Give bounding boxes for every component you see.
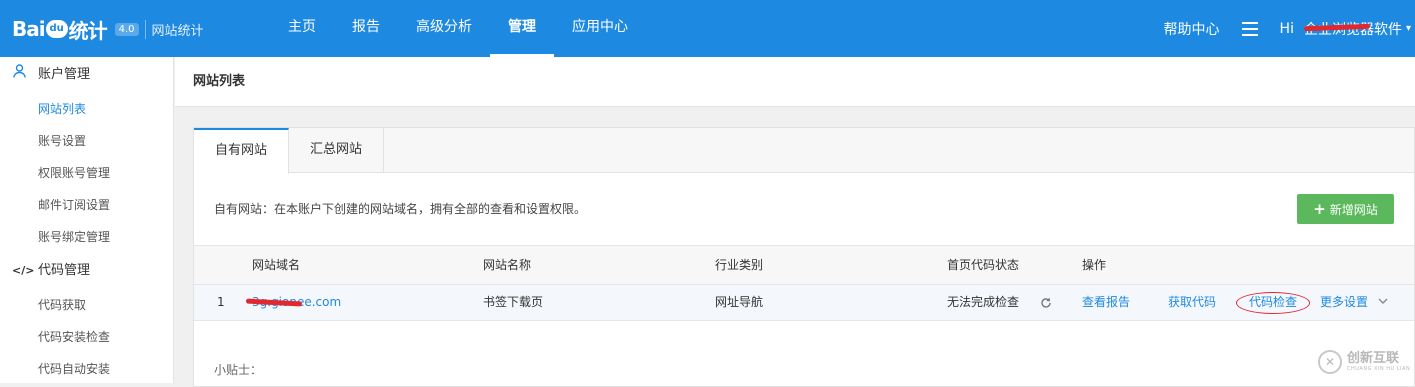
logo-x-icon: ✕	[1318, 349, 1342, 374]
logo-text-left: Bai	[12, 17, 46, 41]
top-right-bar: 帮助中心 Hi 企业浏览器软件 ▾	[1164, 0, 1415, 57]
col-domain: 网站域名	[252, 258, 301, 272]
user-icon	[12, 57, 26, 93]
site-name: 书签下载页	[483, 295, 544, 309]
table-row: 1 3g.gionee.com 书签下载页 网址导航 无法完成检查 查看报告 获…	[194, 285, 1414, 321]
watermark-subtext: CHUANG XIN HU LIAN	[1347, 365, 1411, 372]
sidebar-item-account-settings[interactable]: 账号设置	[0, 125, 173, 157]
help-center-link[interactable]: 帮助中心	[1164, 19, 1220, 39]
sidebar-item-email-subscription[interactable]: 邮件订阅设置	[0, 189, 173, 221]
sidebar-item-permission-accounts[interactable]: 权限账号管理	[0, 157, 173, 189]
logo-paw-icon: du	[45, 20, 68, 38]
product-subtitle: 网站统计	[144, 19, 204, 39]
site-industry: 网址导航	[715, 295, 764, 309]
main-content: 网站列表 自有网站 汇总网站 自有网站：在本账户下创建的网站域名，拥有全部的查看…	[175, 57, 1415, 387]
sidebar-group-code[interactable]: </> 代码管理	[0, 253, 173, 289]
sidebar-group-label: 代码管理	[38, 263, 91, 278]
code-status: 无法完成检查	[947, 295, 1020, 309]
more-settings-link[interactable]: 更多设置	[1320, 285, 1368, 319]
refresh-icon[interactable]	[1040, 285, 1052, 319]
version-badge: 4.0	[114, 22, 139, 36]
top-navbar: Bai du 统计 4.0 网站统计 主页 报告 高级分析 管理 应用中心 帮助…	[0, 0, 1415, 57]
user-menu[interactable]: 企业浏览器软件	[1303, 19, 1402, 39]
sidebar-group-account[interactable]: 账户管理	[0, 57, 173, 93]
col-actions: 操作	[1082, 258, 1107, 272]
add-site-label: 新增网站	[1329, 203, 1378, 217]
nav-app-center[interactable]: 应用中心	[554, 0, 646, 57]
chevron-down-icon[interactable]	[1378, 285, 1388, 319]
greeting: Hi	[1279, 20, 1294, 37]
tab-bar: 自有网站 汇总网站	[194, 128, 1414, 174]
page-title: 网站列表	[175, 57, 1415, 107]
add-site-button[interactable]: + 新增网站	[1297, 194, 1394, 224]
nav-home[interactable]: 主页	[270, 0, 334, 57]
code-icon: </>	[12, 264, 35, 277]
sidebar-item-account-binding[interactable]: 账号绑定管理	[0, 221, 173, 253]
sidebar-item-site-list[interactable]: 网站列表	[0, 93, 173, 125]
watermark-text: 创新互联	[1347, 350, 1400, 366]
sidebar-item-get-code[interactable]: 代码获取	[0, 289, 173, 321]
sites-panel: 自有网站 汇总网站 自有网站：在本账户下创建的网站域名，拥有全部的查看和设置权限…	[193, 127, 1415, 387]
sidebar-group-label: 账户管理	[38, 67, 91, 82]
get-code-link[interactable]: 获取代码	[1168, 285, 1216, 319]
tips-label: 小贴士：	[214, 363, 263, 377]
panel-description: 自有网站：在本账户下创建的网站域名，拥有全部的查看和设置权限。	[214, 202, 587, 216]
sidebar: 账户管理 网站列表 账号设置 权限账号管理 邮件订阅设置 账号绑定管理 </> …	[0, 57, 174, 383]
nav-management[interactable]: 管理	[490, 0, 554, 57]
view-report-link[interactable]: 查看报告	[1082, 285, 1130, 319]
list-icon[interactable]	[1241, 21, 1258, 36]
chevron-down-icon[interactable]: ▾	[1406, 23, 1411, 34]
tab-own-sites[interactable]: 自有网站	[194, 128, 290, 174]
col-industry: 行业类别	[715, 258, 764, 272]
row-index: 1	[217, 295, 225, 309]
tab-summary-sites[interactable]: 汇总网站	[289, 128, 385, 173]
table-header: 网站域名 网站名称 行业类别 首页代码状态 操作	[194, 245, 1414, 285]
nav-reports[interactable]: 报告	[334, 0, 398, 57]
col-code-status: 首页代码状态	[947, 258, 1020, 272]
plus-icon: +	[1313, 200, 1326, 218]
annotation-circle	[1236, 292, 1310, 314]
nav-advanced-analysis[interactable]: 高级分析	[398, 0, 490, 57]
logo-text-right: 统计	[68, 18, 108, 43]
sidebar-item-code-install-check[interactable]: 代码安装检查	[0, 321, 173, 353]
watermark: ✕ 创新互联 CHUANG XIN HU LIAN	[1318, 340, 1415, 383]
col-site-name: 网站名称	[483, 258, 532, 272]
sidebar-item-code-auto-install[interactable]: 代码自动安装	[0, 353, 173, 385]
main-nav: 主页 报告 高级分析 管理 应用中心	[270, 0, 646, 57]
baidu-tongji-logo[interactable]: Bai du 统计 4.0 网站统计	[12, 14, 204, 44]
